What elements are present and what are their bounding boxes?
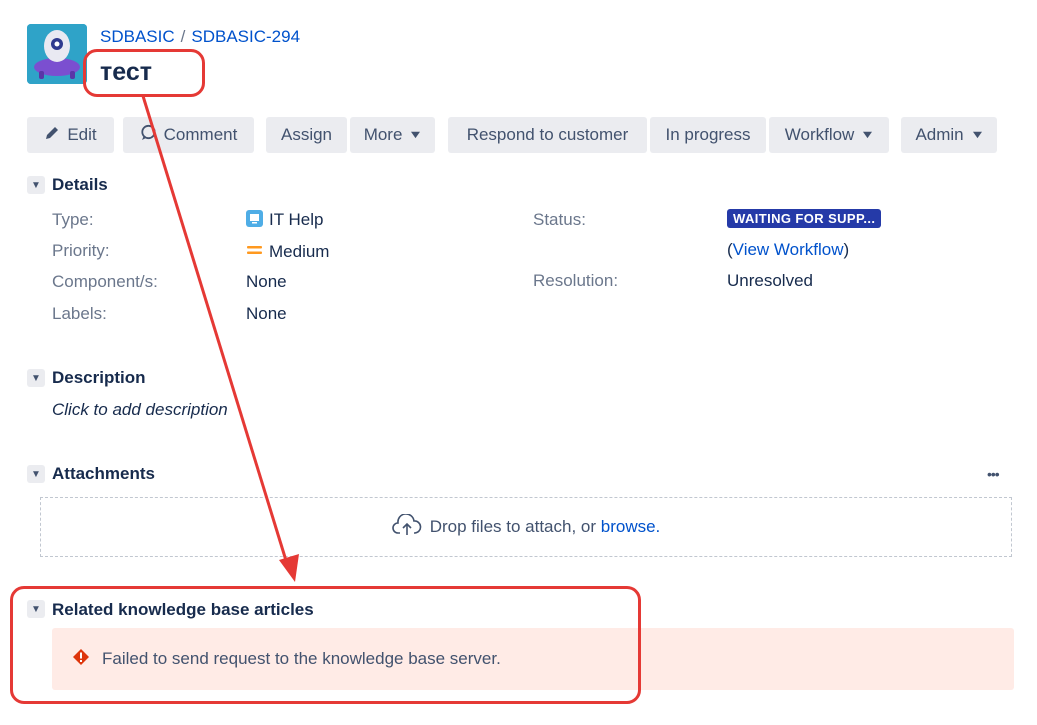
chevron-down-icon: ▼ [408,129,424,141]
respond-to-customer-button[interactable]: Respond to customer [448,117,647,153]
workflow-button-label: Workflow [784,125,855,144]
priority-value: Medium [246,241,329,262]
description-placeholder[interactable]: Click to add description [52,400,228,420]
chevron-down-icon: ▼ [31,372,41,384]
project-avatar[interactable] [27,24,87,84]
labels-label: Labels: [52,304,107,323]
status-label: Status: [533,210,586,229]
admin-button[interactable]: Admin ▼ [901,117,997,153]
attachments-heading: Attachments [52,464,155,483]
view-workflow: (View Workflow) [727,240,849,260]
status-badge[interactable]: WAITING FOR SUPP... [727,209,882,228]
view-workflow-link[interactable]: View Workflow [733,240,844,259]
kb-error-text: Failed to send request to the knowledge … [102,649,501,668]
resolution-value: Unresolved [727,271,813,290]
cloud-upload-icon [391,512,422,541]
chevron-down-icon: ▼ [31,468,41,480]
issue-title[interactable]: тест [100,58,152,87]
details-toggle[interactable]: ▼ [27,176,45,194]
priority-value-text: Medium [269,242,330,261]
type-value-text: IT Help [269,210,324,229]
attachment-dropzone[interactable]: Drop files to attach, or browse. [40,497,1012,557]
workflow-button[interactable]: Workflow ▼ [769,117,889,153]
view-workflow-close-paren: ) [843,240,850,259]
assign-button[interactable]: Assign [266,117,347,153]
comment-button[interactable]: Comment [123,117,254,153]
description-toggle[interactable]: ▼ [27,369,45,387]
labels-value[interactable]: None [246,304,287,324]
attachments-more-icon[interactable]: ••• [987,466,1000,482]
medium-priority-icon [246,241,263,261]
browse-link[interactable]: browse. [601,517,661,537]
kb-toggle[interactable]: ▼ [27,600,45,618]
breadcrumb-separator: / [180,27,186,46]
resolution-label: Resolution: [533,271,619,290]
chevron-down-icon: ▼ [31,179,41,191]
it-help-icon [246,210,263,232]
type-value: IT Help [246,210,324,232]
more-button-label: More [363,125,403,144]
priority-label: Priority: [52,241,110,260]
more-button[interactable]: More ▼ [350,117,435,153]
chevron-down-icon: ▼ [969,129,985,141]
chevron-down-icon: ▼ [31,603,41,615]
breadcrumb-project-link[interactable]: SDBASIC [100,27,175,46]
details-heading: Details [52,175,108,194]
edit-button-label: Edit [67,125,97,144]
chevron-down-icon: ▼ [860,129,876,141]
drop-text: Drop files to attach, or [429,517,601,536]
attachments-toggle[interactable]: ▼ [27,465,45,483]
in-progress-button[interactable]: In progress [650,117,766,153]
components-label: Component/s: [52,272,158,291]
breadcrumb: SDBASIC / SDBASIC-294 [100,27,300,47]
comment-button-label: Comment [163,125,238,144]
kb-heading: Related knowledge base articles [52,600,314,619]
edit-button[interactable]: Edit [27,117,114,153]
pencil-icon [44,125,60,146]
admin-button-label: Admin [915,125,964,144]
components-value[interactable]: None [246,272,287,292]
type-label: Type: [52,210,94,229]
description-heading: Description [52,368,146,387]
error-icon [72,648,90,671]
kb-error-message: Failed to send request to the knowledge … [52,628,1014,690]
breadcrumb-issue-link[interactable]: SDBASIC-294 [191,27,300,46]
comment-icon [140,124,157,146]
